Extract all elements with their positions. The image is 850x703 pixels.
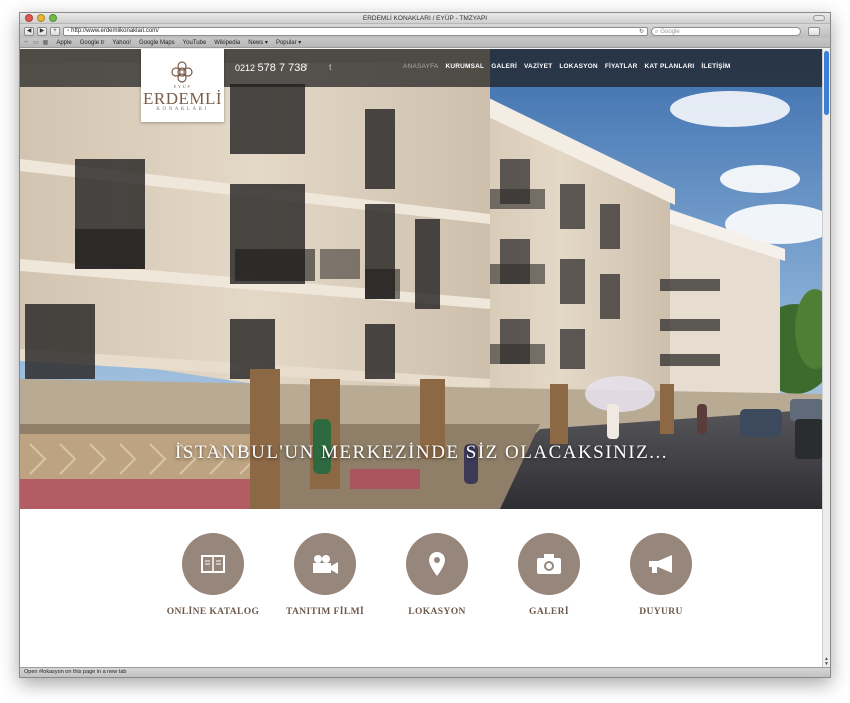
phone-number[interactable]: 0212 578 7 738 — [235, 62, 306, 74]
hero-slider: 0212 578 7 738 f t ANASAYFA KURUMSAL GAL… — [20, 49, 823, 509]
toolbar-toggle-button[interactable] — [813, 15, 825, 21]
bookmark-apple[interactable]: Apple — [56, 40, 71, 46]
window-title: ERDEMLİ KONAKLARI / EYÜP - TMZYAPI — [362, 15, 488, 22]
map-pin-icon — [429, 552, 445, 576]
web-page: 0212 578 7 738 f t ANASAYFA KURUMSAL GAL… — [20, 49, 823, 669]
search-field[interactable]: ⌕ Google — [651, 26, 801, 36]
feature-online-katalog[interactable]: ONLİNE KATALOG — [157, 533, 269, 617]
reading-list-icon[interactable]: ▭ — [33, 39, 39, 46]
vertical-scrollbar[interactable]: ▲ ▼ — [822, 49, 830, 669]
nav-galeri[interactable]: GALERİ — [491, 63, 517, 70]
nav-lokasyon[interactable]: LOKASYON — [559, 63, 597, 70]
rose-emblem-icon — [171, 61, 193, 83]
forward-button[interactable]: ▶ — [37, 26, 47, 36]
facebook-icon[interactable]: f — [305, 62, 308, 72]
bookmark-google-tr[interactable]: Google tr — [80, 40, 105, 46]
logo-main-text: ERDEMLİ — [142, 89, 223, 108]
phone-prefix: 0212 — [235, 63, 256, 73]
add-bookmark-button[interactable]: + — [50, 26, 60, 36]
address-url: http://www.erdemlikonaklari.com/ — [71, 28, 159, 34]
bookmark-google-maps[interactable]: Google Maps — [139, 40, 175, 46]
phone-main: 578 7 738 — [257, 62, 307, 74]
back-button[interactable]: ◀ — [24, 26, 34, 36]
bookmark-yahoo[interactable]: Yahoo! — [112, 40, 131, 46]
nav-vaziyet[interactable]: VAZİYET — [524, 63, 552, 70]
title-bar: ERDEMLİ KONAKLARI / EYÜP - TMZYAPI — [20, 13, 830, 24]
feature-lokasyon[interactable]: LOKASYON — [381, 533, 493, 617]
browser-toolbar: ◀ ▶ + ▪ http://www.erdemlikonaklari.com/… — [20, 24, 830, 38]
top-sites-icon[interactable]: ▦ — [43, 39, 49, 46]
feature-galeri[interactable]: GALERİ — [493, 533, 605, 617]
bookmark-wikipedia[interactable]: Wikipedia — [214, 40, 240, 46]
megaphone-icon — [649, 555, 672, 573]
hero-tagline: İSTANBUL'UN MERKEZİNDE SİZ OLACAKSINIZ..… — [175, 442, 668, 463]
bookmarks-bar: ⇔ ▭ ▦ Apple Google tr Yahoo! Google Maps… — [20, 38, 830, 48]
address-bar[interactable]: ▪ http://www.erdemlikonaklari.com/ ↻ — [63, 26, 648, 36]
feature-circle[interactable] — [630, 533, 692, 595]
feature-label[interactable]: TANITIM FİLMİ — [269, 607, 381, 617]
browser-window: ERDEMLİ KONAKLARI / EYÜP - TMZYAPI ◀ ▶ +… — [19, 12, 831, 678]
reload-icon[interactable]: ↻ — [639, 28, 644, 36]
nav-iletisim[interactable]: İLETİŞİM — [701, 63, 730, 70]
feature-label[interactable]: GALERİ — [493, 607, 605, 617]
feature-label[interactable]: ONLİNE KATALOG — [157, 607, 269, 617]
feature-tanitim-filmi[interactable]: TANITIM FİLMİ — [269, 533, 381, 617]
feature-label[interactable]: LOKASYON — [381, 607, 493, 617]
nav-kurumsal[interactable]: KURUMSAL — [445, 63, 484, 70]
site-logo[interactable]: EYÜP ERDEMLİ KONAKLARI — [141, 49, 224, 122]
feature-links: ONLİNE KATALOG TANITIM FİLMİ LOKASYON GA… — [20, 533, 823, 633]
search-placeholder: Google — [660, 28, 680, 35]
bookmark-popular[interactable]: Popular ▾ — [276, 39, 301, 46]
feature-circle[interactable] — [406, 533, 468, 595]
book-icon — [201, 555, 225, 573]
status-bar: Open #lokasyon on this page in a new tab — [20, 667, 830, 677]
scrollbar-thumb[interactable] — [824, 51, 829, 115]
feature-duyuru[interactable]: DUYURU — [605, 533, 717, 617]
main-nav: ANASAYFA KURUMSAL GALERİ VAZİYET LOKASYO… — [403, 63, 730, 70]
feature-circle[interactable] — [182, 533, 244, 595]
nav-fiyatlar[interactable]: FİYATLAR — [605, 63, 638, 70]
feature-circle[interactable] — [294, 533, 356, 595]
logo-sub-text: KONAKLARI — [156, 107, 209, 112]
feature-circle[interactable] — [518, 533, 580, 595]
search-icon: ⌕ — [655, 28, 659, 35]
site-favicon-icon: ▪ — [67, 28, 70, 34]
video-camera-icon — [313, 555, 338, 574]
scroll-arrows-icon[interactable]: ▲ ▼ — [824, 657, 829, 667]
settings-gear-button[interactable] — [808, 26, 820, 36]
bookmarks-menu-icon[interactable]: ⇔ — [23, 39, 29, 46]
feature-label[interactable]: DUYURU — [605, 607, 717, 617]
nav-anasayfa[interactable]: ANASAYFA — [403, 63, 438, 70]
camera-icon — [537, 554, 561, 574]
nav-kat-planlari[interactable]: KAT PLANLARI — [644, 63, 694, 70]
twitter-icon[interactable]: t — [329, 62, 332, 72]
bookmark-youtube[interactable]: YouTube — [183, 40, 207, 46]
bookmark-news[interactable]: News ▾ — [248, 39, 268, 46]
